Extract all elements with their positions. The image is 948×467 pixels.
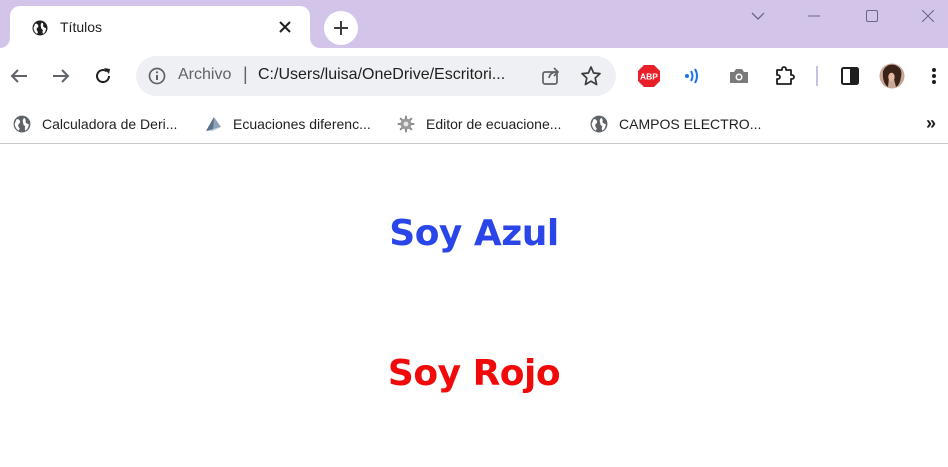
menu-button[interactable]	[918, 60, 948, 92]
bookmarks-bar: Calculadora de Deri... Ecuaciones difere…	[0, 104, 948, 144]
adblock-plus-icon: ABP	[638, 65, 660, 87]
bookmark-label: CAMPOS ELECTRO...	[619, 116, 762, 132]
bookmark-item[interactable]: Calculadora de Deri...	[13, 112, 177, 136]
profile-button[interactable]	[876, 60, 908, 92]
bookmarks-overflow-button[interactable]: »	[926, 113, 936, 134]
wedge-icon	[206, 117, 221, 131]
globe-icon	[590, 115, 608, 133]
bookmark-item[interactable]: CAMPOS ELECTRO...	[590, 112, 761, 136]
toolbar: Archivo | C:/Users/luisa/OneDrive/Escrit…	[0, 48, 948, 104]
gear-icon	[397, 115, 415, 133]
arrow-left-icon	[10, 69, 27, 83]
side-panel-button[interactable]	[834, 60, 866, 92]
address-scheme-label: Archivo	[178, 66, 232, 83]
puzzle-icon	[776, 66, 795, 85]
close-icon	[922, 10, 934, 22]
reload-icon	[96, 68, 111, 84]
title-bar: Títulos	[0, 0, 948, 48]
more-vert-icon	[932, 68, 936, 84]
forward-button[interactable]	[45, 60, 77, 92]
toolbar-divider	[816, 66, 818, 86]
adblock-plus-extension[interactable]: ABP	[633, 60, 665, 92]
screenshot-extension[interactable]	[723, 60, 755, 92]
new-tab-button[interactable]	[324, 11, 358, 45]
maximize-icon	[866, 10, 878, 22]
tab-search-button[interactable]	[730, 0, 786, 32]
side-panel-icon	[841, 67, 859, 85]
heading-blue: Soy Azul	[389, 213, 559, 254]
tab-titulos[interactable]: Títulos	[10, 6, 310, 48]
close-icon	[279, 21, 291, 33]
extensions-button[interactable]	[769, 60, 801, 92]
camera-icon	[730, 69, 748, 83]
wave-icon	[685, 68, 698, 84]
address-separator: |	[243, 64, 248, 84]
heading-red: Soy Rojo	[387, 353, 561, 394]
info-icon[interactable]	[148, 67, 166, 85]
wave-extension[interactable]	[677, 60, 709, 92]
bookmark-item[interactable]: Ecuaciones diferenc...	[204, 112, 371, 136]
back-button[interactable]	[3, 60, 35, 92]
close-window-button[interactable]	[900, 0, 948, 32]
star-icon[interactable]	[580, 65, 602, 87]
minimize-icon	[808, 15, 820, 17]
globe-icon	[13, 115, 31, 133]
bookmark-label: Editor de ecuacione...	[426, 116, 562, 132]
page-content: Soy Azul Soy Rojo	[0, 145, 948, 467]
arrow-right-icon	[53, 69, 70, 83]
avatar	[879, 63, 905, 89]
minimize-button[interactable]	[786, 0, 842, 32]
tab-close-button[interactable]	[274, 16, 296, 38]
bookmark-item[interactable]: Editor de ecuacione...	[397, 112, 561, 136]
bookmark-label: Ecuaciones diferenc...	[233, 116, 371, 132]
chevron-down-icon	[751, 12, 765, 20]
address-url[interactable]: C:/Users/luisa/OneDrive/Escritori...	[258, 66, 526, 84]
bookmark-label: Calculadora de Deri...	[42, 116, 178, 132]
plus-icon	[334, 21, 348, 35]
address-bar[interactable]: Archivo | C:/Users/luisa/OneDrive/Escrit…	[136, 56, 616, 96]
tab-title: Títulos	[60, 19, 103, 35]
reload-button[interactable]	[87, 60, 119, 92]
maximize-button[interactable]	[844, 0, 900, 32]
globe-icon	[32, 20, 48, 36]
share-icon[interactable]	[540, 65, 562, 87]
adblock-label: ABP	[640, 72, 658, 82]
